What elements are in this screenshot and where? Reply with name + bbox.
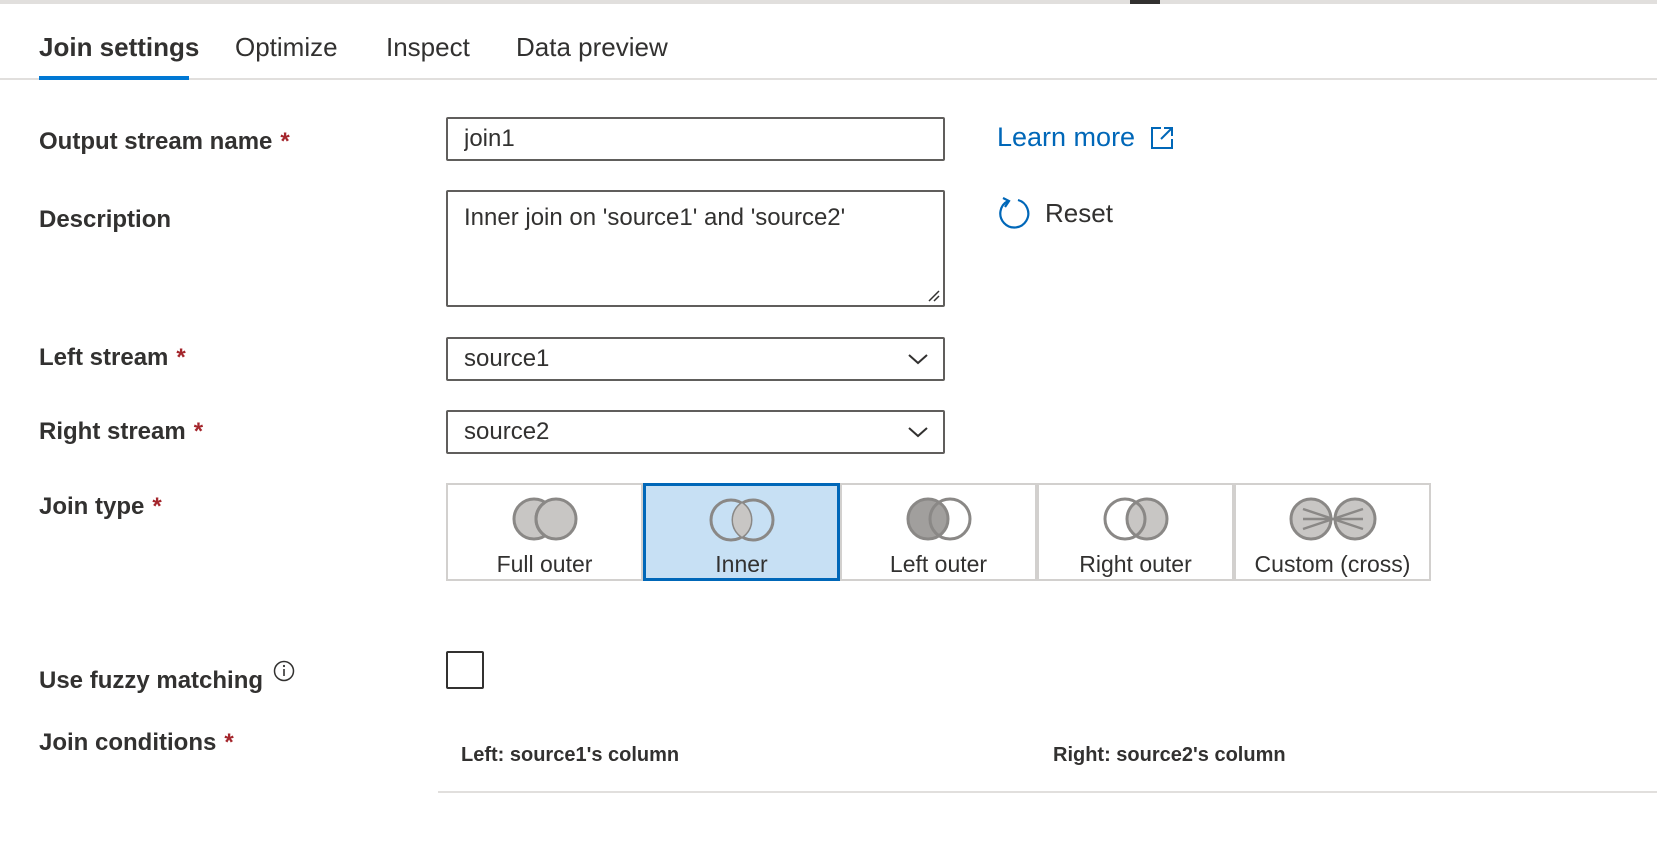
conditions-header-divider [438, 791, 1657, 793]
join-type-right-outer[interactable]: Right outer [1037, 483, 1234, 581]
reset-label: Reset [1045, 197, 1113, 228]
output-stream-label: Output stream name * [39, 128, 290, 156]
description-label: Description [39, 206, 171, 234]
left-stream-value: source1 [464, 345, 550, 372]
inner-join-icon [709, 498, 774, 542]
output-stream-label-text: Output stream name [39, 128, 273, 155]
external-link-icon [1151, 126, 1174, 149]
info-icon[interactable] [273, 660, 295, 682]
left-stream-label-text: Left stream [39, 344, 169, 371]
right-stream-value: source2 [464, 418, 550, 445]
join-type-full-outer[interactable]: Full outer [446, 483, 643, 581]
join-type-label-right-outer: Right outer [1079, 551, 1192, 577]
join-type-selector: Full outer Inner Left outer Right outer … [446, 483, 1431, 581]
fuzzy-matching-label-text: Use fuzzy matching [39, 667, 264, 694]
right-stream-label-text: Right stream [39, 418, 186, 445]
join-type-label-full-outer: Full outer [496, 551, 593, 577]
join-conditions-label-text: Join conditions [39, 729, 217, 756]
learn-more-label: Learn more [997, 122, 1136, 152]
join-type-inner[interactable]: Inner [643, 483, 840, 581]
fuzzy-matching-label: Use fuzzy matching [39, 660, 295, 695]
tab-inspect[interactable]: Inspect [386, 32, 470, 63]
full-outer-join-icon [512, 497, 577, 541]
join-type-label-text: Join type [39, 493, 145, 520]
join-type-left-outer[interactable]: Left outer [840, 483, 1037, 581]
cross-join-icon [1289, 497, 1376, 541]
right-stream-dropdown[interactable]: source2 [446, 410, 945, 454]
reset-button[interactable]: Reset [997, 196, 1113, 230]
output-stream-name-input[interactable] [446, 117, 945, 161]
active-tab-indicator [39, 76, 189, 80]
required-mark: * [152, 493, 162, 520]
tab-optimize[interactable]: Optimize [235, 32, 338, 63]
refresh-icon [999, 197, 1030, 229]
tab-join-settings[interactable]: Join settings [39, 32, 199, 63]
left-outer-join-icon [906, 497, 971, 541]
join-type-label: Join type * [39, 493, 162, 521]
learn-more-link[interactable]: Learn more [997, 122, 1175, 153]
required-mark: * [224, 729, 234, 756]
join-type-label-left-outer: Left outer [889, 551, 988, 577]
join-type-custom-cross[interactable]: Custom (cross) [1234, 483, 1431, 581]
right-outer-join-icon [1103, 497, 1168, 541]
join-type-label-inner: Inner [715, 551, 768, 577]
description-label-text: Description [39, 206, 172, 233]
right-column-header: Right: source2's column [1053, 744, 1286, 766]
description-text: Inner join on 'source1' and 'source2' [464, 204, 846, 231]
left-stream-label: Left stream * [39, 344, 186, 372]
chevron-down-icon [908, 354, 928, 365]
fuzzy-matching-checkbox[interactable] [446, 651, 484, 689]
right-stream-label: Right stream * [39, 418, 203, 446]
chevron-down-icon [908, 427, 928, 438]
tab-data-preview[interactable]: Data preview [516, 32, 668, 63]
join-conditions-label: Join conditions * [39, 729, 234, 757]
required-mark: * [280, 128, 290, 155]
tab-bar: Join settings Optimize Inspect Data prev… [0, 4, 1657, 80]
join-type-label-custom-cross: Custom (cross) [1254, 551, 1411, 577]
required-mark: * [193, 418, 204, 445]
required-mark: * [176, 344, 186, 371]
left-stream-dropdown[interactable]: source1 [446, 337, 945, 381]
resize-grip-icon[interactable] [926, 288, 940, 302]
description-textarea[interactable]: Inner join on 'source1' and 'source2' [446, 190, 945, 307]
left-column-header: Left: source1's column [461, 744, 680, 766]
